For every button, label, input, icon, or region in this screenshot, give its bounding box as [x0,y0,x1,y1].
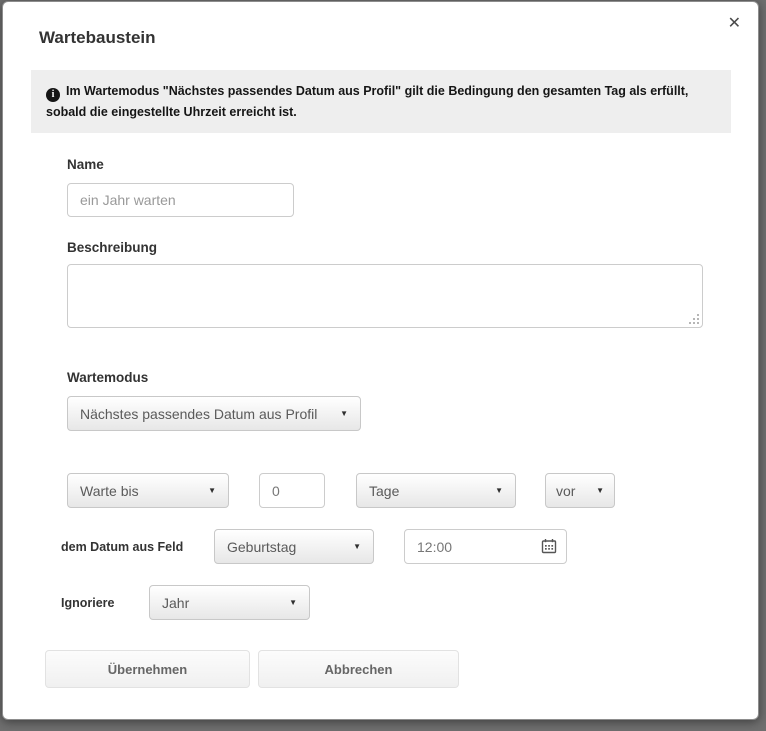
unit-select[interactable]: Tage ▼ [356,473,516,508]
description-field-wrap [67,264,703,328]
offset-input[interactable] [259,473,325,508]
ignore-select[interactable]: Jahr ▼ [149,585,310,620]
modal-backdrop: Wartebaustein ✕ iIm Wartemodus "Nächstes… [0,0,766,731]
cancel-button[interactable]: Abbrechen [258,650,459,688]
direction-selected: vor [556,483,575,499]
resize-grip-icon[interactable] [697,322,699,324]
chevron-down-icon: ▼ [495,486,503,495]
wait-until-select[interactable]: Warte bis ▼ [67,473,229,508]
wait-mode-selected: Nächstes passendes Datum aus Profil [80,406,317,422]
date-field-selected: Geburtstag [227,539,296,555]
chevron-down-icon: ▼ [596,486,604,495]
close-icon[interactable]: ✕ [728,16,741,32]
unit-selected: Tage [369,483,399,499]
date-field-select[interactable]: Geburtstag ▼ [214,529,374,564]
apply-button[interactable]: Übernehmen [45,650,250,688]
wait-mode-select[interactable]: Nächstes passendes Datum aus Profil ▼ [67,396,361,431]
info-message: iIm Wartemodus "Nächstes passendes Datum… [31,70,731,133]
name-input[interactable] [67,183,294,217]
wait-mode-label: Wartemodus [67,370,148,385]
chevron-down-icon: ▼ [289,598,297,607]
time-field-wrap [404,529,567,564]
direction-select[interactable]: vor ▼ [545,473,615,508]
calendar-icon[interactable] [541,538,557,554]
wartebaustein-dialog: Wartebaustein ✕ iIm Wartemodus "Nächstes… [2,1,759,720]
info-message-text: Im Wartemodus "Nächstes passendes Datum … [46,84,688,119]
chevron-down-icon: ▼ [340,409,348,418]
chevron-down-icon: ▼ [208,486,216,495]
wait-until-selected: Warte bis [80,483,139,499]
ignore-label: Ignoriere [61,585,115,620]
date-field-label: dem Datum aus Feld [61,529,183,564]
ignore-selected: Jahr [162,595,189,611]
description-textarea[interactable] [67,264,703,328]
chevron-down-icon: ▼ [353,542,361,551]
dialog-title: Wartebaustein [39,28,156,48]
description-label: Beschreibung [67,240,157,255]
info-icon: i [46,88,60,102]
name-label: Name [67,157,104,172]
